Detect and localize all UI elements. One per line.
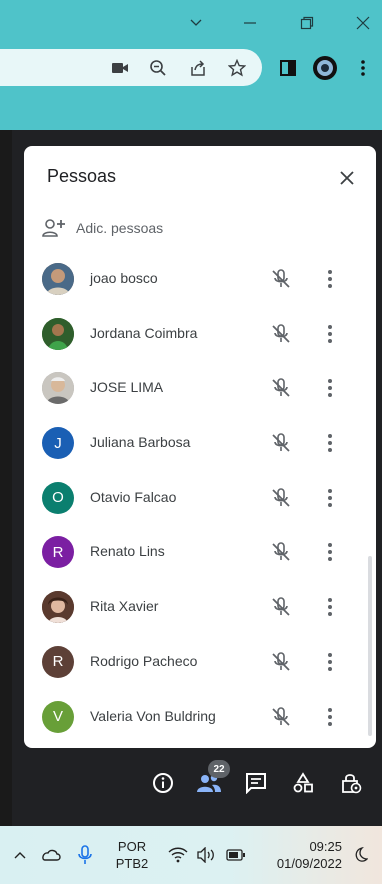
mic-off-icon [272,706,290,726]
avatar: R [42,645,74,678]
mic-off-icon [272,597,290,616]
more-options-icon[interactable] [318,705,342,729]
browser-titlebar [0,0,382,45]
participant-name: Jordana Coimbra [90,324,198,341]
participant-name: Juliana Barbosa [90,434,191,451]
keyboard-layout: PTB2 [115,856,149,871]
battery-icon[interactable] [224,826,248,884]
participant-name: Rita Xavier [90,598,159,615]
add-people-button[interactable]: Adic. pessoas [42,216,163,240]
star-icon[interactable] [225,45,249,90]
window-edge [0,130,12,826]
avatar: J [42,427,74,460]
participant-row[interactable]: J Juliana Barbosa [24,416,376,471]
more-options-icon[interactable] [318,376,342,400]
more-options-icon[interactable] [318,322,342,346]
host-controls-icon[interactable] [338,770,364,796]
add-people-label: Adic. pessoas [76,220,164,236]
browser-toolbar [0,45,382,90]
participant-row[interactable]: R Rodrigo Pacheco [24,635,376,690]
date: 01/09/2022 [276,856,342,871]
mic-off-icon [272,269,290,288]
wifi-icon[interactable] [166,826,190,884]
participant-row[interactable]: JOSE LIMA [24,361,376,416]
mic-off-icon [272,487,290,507]
chevron-down-icon[interactable] [176,0,216,45]
participant-row[interactable]: Jordana Coimbra [24,307,376,362]
more-options-icon[interactable] [318,431,342,455]
chevron-up-icon[interactable] [10,826,30,884]
more-options-icon[interactable] [318,267,342,291]
more-options-icon[interactable] [318,486,342,510]
activities-icon[interactable] [290,770,316,796]
meet-background [12,130,382,146]
camera-icon[interactable] [108,45,132,90]
scrollbar[interactable] [368,556,372,736]
chat-icon[interactable] [243,770,269,796]
language-code: POR [117,839,147,854]
participant-row[interactable]: R Renato Lins [24,525,376,580]
close-panel-button[interactable] [332,163,362,193]
time: 09:25 [309,839,342,854]
participant-name: JOSE LIMA [90,379,164,396]
minimize-icon[interactable] [230,0,270,45]
participant-row[interactable]: O Otavio Falcao [24,471,376,526]
close-icon[interactable] [343,0,382,45]
participant-row[interactable]: Rita Xavier [24,580,376,635]
participant-list: joao bosco Jordana Coimbra JOSE LIMA J J… [24,252,376,744]
panel-title: Pessoas [47,166,117,186]
add-person-icon [42,219,65,237]
avatar [42,263,74,295]
participant-name: Renato Lins [90,543,165,560]
quiet-hours-icon[interactable] [348,826,372,884]
participant-row[interactable]: V Valeria Von Buldring [24,690,376,745]
more-options-icon[interactable] [318,540,342,564]
input-language-indicator[interactable]: POR PTB2 [112,838,152,872]
taskbar: POR PTB2 09:25 01/09/2022 [0,826,382,884]
restore-icon[interactable] [287,0,327,45]
sidebar-icon[interactable] [276,45,300,90]
participant-name: Otavio Falcao [90,488,177,505]
participant-name: Rodrigo Pacheco [90,652,198,669]
mic-off-icon [272,323,290,343]
avatar [42,591,74,624]
more-options-icon[interactable] [318,650,342,674]
people-count-badge: 22 [208,760,230,778]
bookmark-bar [0,90,382,130]
avatar: O [42,481,74,514]
menu-icon[interactable] [354,45,372,90]
more-options-icon[interactable] [318,595,342,619]
cloud-icon[interactable] [38,826,64,884]
people-panel: Pessoas Adic. pessoas joao bosco Jordana… [24,146,376,748]
mic-off-icon [272,542,290,562]
participant-name: joao bosco [90,270,158,286]
participant-row[interactable]: joao bosco [24,252,376,307]
avatar: V [42,700,74,733]
clock[interactable]: 09:25 01/09/2022 [262,838,342,872]
zoom-icon[interactable] [146,45,170,90]
microphone-icon[interactable] [74,826,96,884]
avatar: R [42,536,74,569]
mic-off-icon [272,378,290,398]
avatar [42,372,74,405]
share-icon[interactable] [186,45,210,90]
avatar [42,317,74,350]
mic-off-icon [272,433,290,452]
profile-icon[interactable] [310,45,340,90]
participant-name: Valeria Von Buldring [90,707,216,724]
volume-icon[interactable] [194,826,218,884]
mic-off-icon [272,652,290,671]
meeting-controls: 22 [12,748,382,826]
info-icon[interactable] [150,770,176,796]
